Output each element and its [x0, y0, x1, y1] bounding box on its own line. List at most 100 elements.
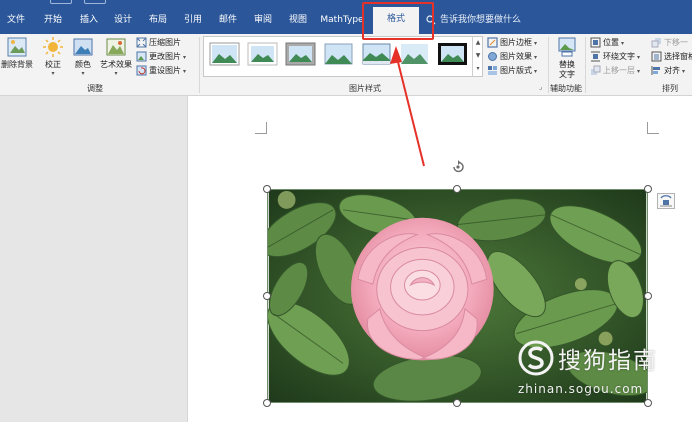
quick-access-button[interactable]: [84, 0, 106, 4]
dialog-launcher-icon[interactable]: ⌟: [539, 83, 542, 91]
tab-view[interactable]: 视图: [283, 10, 313, 30]
page-corner-mark: [255, 122, 267, 134]
wrap-text-button[interactable]: 环绕文字 ▾: [590, 51, 640, 63]
remove-background-label: 删除背景: [1, 60, 33, 69]
quick-access-button[interactable]: [50, 0, 72, 4]
remove-background-button[interactable]: 删除背景: [0, 36, 34, 70]
resize-handle-top[interactable]: [453, 185, 461, 193]
tell-me-text: 告诉我你想要做什么: [440, 15, 522, 25]
picture-style-thumbnail[interactable]: [285, 42, 316, 66]
resize-handle-left[interactable]: [263, 292, 271, 300]
resize-handle-bottom-right[interactable]: [644, 399, 652, 407]
compress-label: 压缩图片: [149, 38, 181, 47]
chevron-down-icon: ▾: [534, 68, 538, 75]
resize-handle-right[interactable]: [644, 292, 652, 300]
tab-format[interactable]: 格式: [373, 7, 419, 34]
bring-forward-icon: [591, 65, 601, 75]
layout-options-icon: [660, 195, 672, 207]
watermark-url: zhinan.sogou.com: [518, 382, 644, 396]
change-picture-button[interactable]: 更改图片 ▾: [136, 51, 186, 63]
change-picture-icon: [136, 51, 147, 62]
tab-references[interactable]: 引用: [178, 10, 208, 30]
corrections-button[interactable]: 校正 ▾: [40, 36, 66, 77]
ribbon-format: 删除背景 校正 ▾ 颜色 ▾ 艺术效果 ▾ 压缩图片 更改图片 ▾ 重设图片 ▾…: [0, 34, 692, 96]
wrap-text-label: 环绕文字: [603, 52, 635, 61]
page-corner-mark: [647, 122, 659, 134]
send-backward-button[interactable]: 下移一: [651, 37, 688, 49]
bring-forward-label: 上移一层: [603, 66, 635, 75]
picture-style-thumbnail[interactable]: [399, 42, 430, 66]
scroll-down-icon[interactable]: ▼: [473, 49, 483, 62]
tab-review[interactable]: 审阅: [248, 10, 278, 30]
picture-layout-icon: [488, 66, 497, 75]
sogou-logo-icon: [518, 340, 554, 376]
bring-forward-button[interactable]: 上移一层 ▾: [590, 65, 640, 77]
picture-style-thumbnail[interactable]: [247, 42, 278, 66]
rotate-handle-icon[interactable]: [451, 158, 465, 174]
search-icon: [426, 14, 436, 24]
chevron-down-icon: ▾: [621, 40, 625, 47]
group-separator: [585, 37, 586, 93]
picture-style-thumbnail[interactable]: [437, 42, 468, 66]
align-icon: [651, 66, 660, 75]
group-label-accessibility: 辅助功能: [550, 84, 582, 93]
resize-handle-top-left[interactable]: [263, 185, 271, 193]
selection-pane-label: 选择窗格: [664, 52, 692, 61]
align-button[interactable]: 对齐 ▾: [651, 65, 685, 77]
color-button[interactable]: 颜色 ▾: [70, 36, 96, 77]
send-backward-icon: [651, 38, 661, 48]
tab-layout[interactable]: 布局: [143, 10, 173, 30]
position-icon: [590, 37, 601, 48]
compress-pictures-button[interactable]: 压缩图片: [136, 37, 181, 49]
send-backward-label: 下移一: [664, 38, 688, 47]
tab-mailings[interactable]: 邮件: [213, 10, 243, 30]
alt-text-label: 替换文字: [559, 60, 575, 79]
picture-layout-button[interactable]: 图片版式 ▾: [487, 65, 537, 77]
picture-effects-icon: [488, 52, 497, 61]
picture-style-thumbnail[interactable]: [361, 42, 392, 66]
scroll-up-icon[interactable]: ▲: [473, 36, 483, 49]
group-label-picture-styles: 图片样式: [349, 84, 381, 93]
tab-mathtype[interactable]: MathType: [318, 10, 366, 30]
picture-effects-label: 图片效果: [500, 52, 532, 61]
sun-icon: [43, 37, 63, 57]
picture-border-button[interactable]: 图片边框 ▾: [487, 37, 537, 49]
corrections-label: 校正: [45, 60, 61, 69]
tell-me-search[interactable]: 告诉我你想要做什么: [426, 10, 521, 30]
selection-pane-button[interactable]: 选择窗格: [651, 51, 692, 63]
resize-handle-top-right[interactable]: [644, 185, 652, 193]
chevron-down-icon: ▾: [682, 68, 686, 75]
reset-picture-icon: [136, 65, 147, 76]
picture-style-thumbnail[interactable]: [323, 42, 354, 66]
chevron-down-icon: ▾: [81, 70, 85, 77]
alt-text-icon: [558, 37, 576, 57]
tab-insert[interactable]: 插入: [74, 10, 104, 30]
picture-border-label: 图片边框: [500, 38, 532, 47]
chevron-down-icon: ▾: [183, 54, 187, 61]
artistic-effects-button[interactable]: 艺术效果 ▾: [98, 36, 134, 77]
chevron-down-icon: ▾: [534, 40, 538, 47]
picture-styles-gallery: [203, 36, 483, 77]
reset-picture-button[interactable]: 重设图片 ▾: [136, 65, 186, 77]
tab-file[interactable]: 文件: [2, 10, 30, 30]
chevron-down-icon: ▾: [51, 70, 55, 77]
change-picture-label: 更改图片: [149, 52, 181, 61]
resize-handle-bottom[interactable]: [453, 399, 461, 407]
compress-icon: [136, 37, 147, 48]
alt-text-button[interactable]: 替换文字: [552, 36, 582, 80]
gallery-more-icon[interactable]: ▾: [473, 62, 483, 75]
tab-home[interactable]: 开始: [38, 10, 68, 30]
position-button[interactable]: 位置 ▾: [590, 37, 624, 49]
tab-design[interactable]: 设计: [108, 10, 138, 30]
reset-picture-label: 重设图片: [149, 66, 181, 75]
picture-effects-button[interactable]: 图片效果 ▾: [487, 51, 537, 63]
resize-handle-bottom-left[interactable]: [263, 399, 271, 407]
chevron-down-icon: ▾: [183, 68, 187, 75]
group-label-adjust: 调整: [87, 84, 103, 93]
artistic-effects-label: 艺术效果: [100, 60, 132, 69]
chevron-down-icon: ▾: [114, 70, 118, 77]
gallery-scroll[interactable]: ▲ ▼ ▾: [472, 36, 483, 77]
picture-style-thumbnail[interactable]: [209, 42, 240, 66]
align-label: 对齐: [664, 66, 680, 75]
layout-options-button[interactable]: [657, 193, 675, 209]
